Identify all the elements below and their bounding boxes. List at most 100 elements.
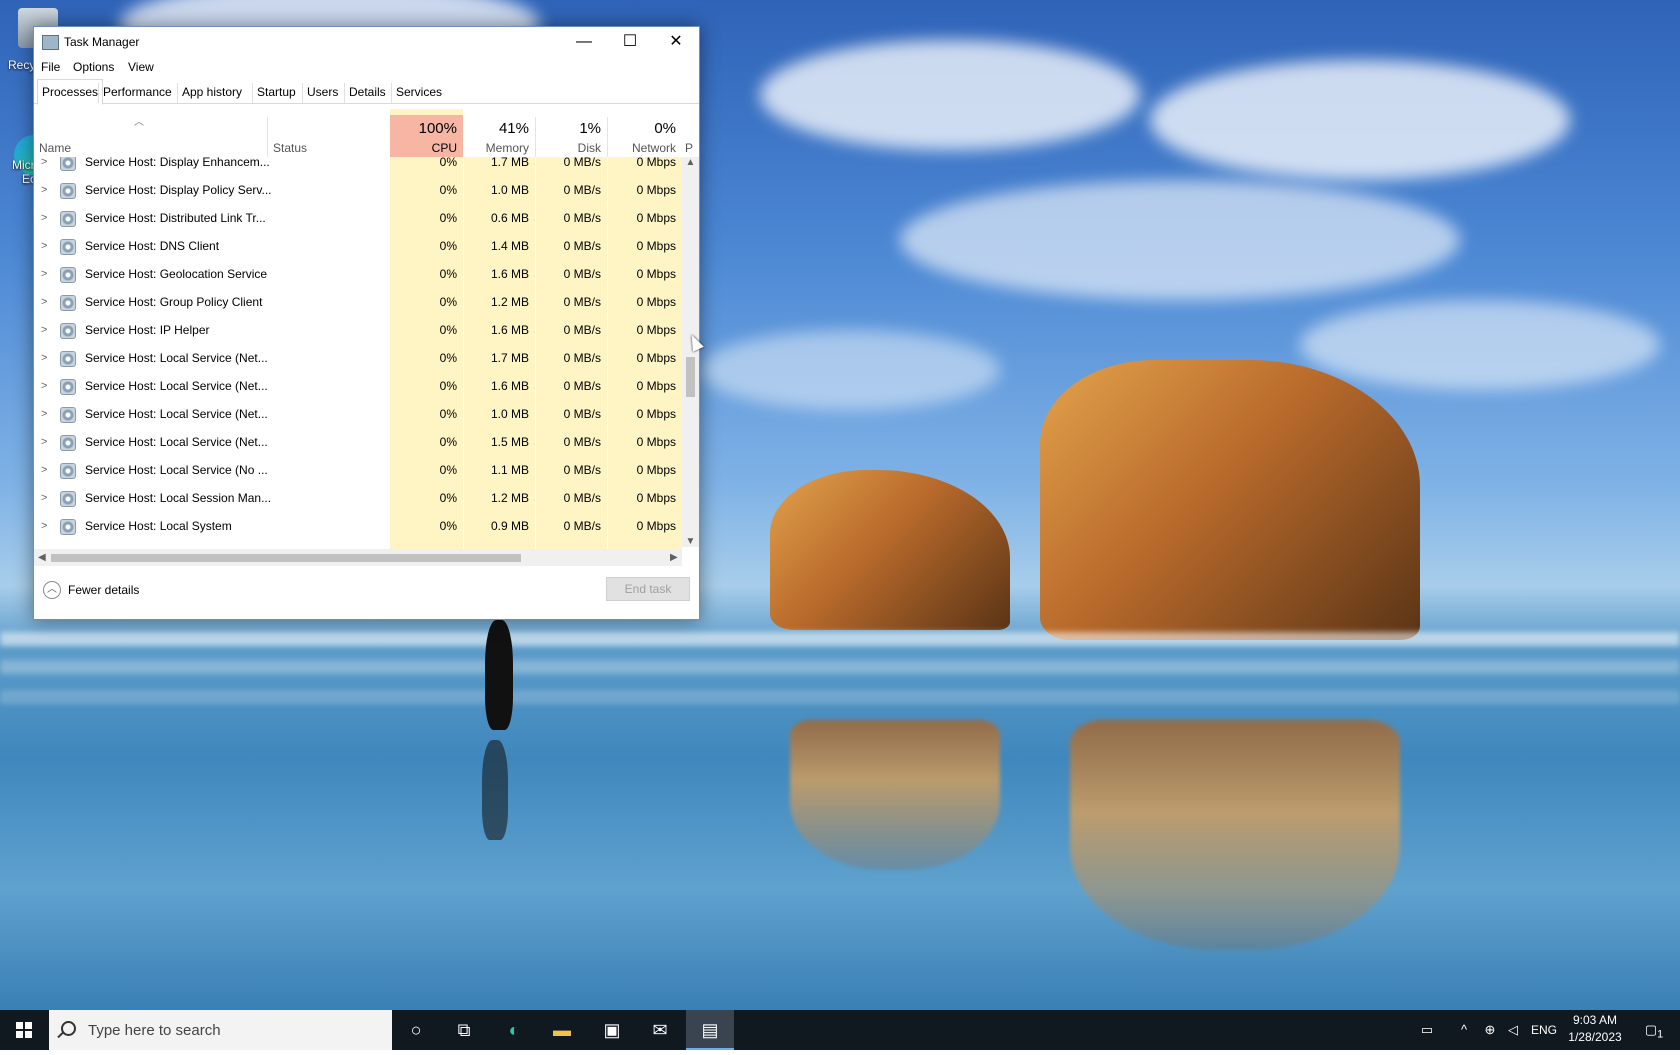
tab-processes[interactable]: Processes	[37, 79, 104, 105]
service-gear-icon	[60, 351, 76, 367]
process-name: Service Host: Group Policy Client	[85, 295, 263, 309]
vertical-scroll-thumb[interactable]	[686, 357, 695, 397]
menu-options[interactable]: Options	[73, 60, 114, 74]
process-row[interactable]: > Service Host: Distributed Link Tr... 0% 0…	[34, 205, 682, 233]
expand-chevron-icon[interactable]: >	[41, 345, 47, 373]
menu-file[interactable]: File	[41, 60, 60, 74]
process-name: Service Host: Local Service (Net...	[85, 407, 268, 421]
process-name: Service Host: Local Service (Net...	[85, 435, 268, 449]
clock-date: 1/28/2023	[1568, 1030, 1622, 1044]
expand-chevron-icon[interactable]: >	[41, 233, 47, 261]
chevron-up-circle-icon[interactable]: ︿	[43, 581, 61, 599]
expand-chevron-icon[interactable]: >	[41, 177, 47, 205]
scroll-up-arrow-icon[interactable]: ▲	[682, 157, 699, 168]
scroll-left-arrow-icon[interactable]: ◀	[38, 549, 46, 566]
scroll-right-arrow-icon[interactable]: ▶	[670, 549, 678, 566]
tab-users[interactable]: Users	[302, 83, 342, 103]
expand-chevron-icon[interactable]: >	[41, 373, 47, 401]
expand-chevron-icon[interactable]: >	[41, 485, 47, 513]
expand-chevron-icon[interactable]: >	[41, 457, 47, 485]
service-gear-icon	[60, 295, 76, 311]
process-row[interactable]: > Service Host: DNS Client 0% 1.4 MB 0 MB/s 0…	[34, 233, 682, 261]
end-task-button[interactable]: End task	[606, 577, 690, 601]
start-button[interactable]	[0, 1010, 48, 1050]
tab-details[interactable]: Details	[344, 83, 390, 103]
process-row[interactable]: > Service Host: Local System 0% 0.9 MB 0 MB/…	[34, 513, 682, 541]
fewer-details-link[interactable]: Fewer details	[68, 583, 139, 597]
runner-reflection	[482, 740, 508, 840]
menu-view[interactable]: View	[128, 60, 154, 74]
file-explorer-icon[interactable]: ▬	[538, 1010, 586, 1050]
expand-chevron-icon[interactable]: >	[41, 205, 47, 233]
volume-muted-icon[interactable]: ◁	[1502, 1010, 1524, 1050]
column-status[interactable]: Status	[268, 117, 390, 157]
network-globe-icon[interactable]: ⊕	[1478, 1010, 1502, 1050]
process-row[interactable]: > Service Host: Group Policy Client 0% 1.2 …	[34, 289, 682, 317]
expand-chevron-icon[interactable]: >	[41, 513, 47, 541]
notification-center-icon[interactable]: ▢1	[1636, 1010, 1672, 1050]
tab-startup[interactable]: Startup	[252, 83, 300, 103]
column-memory[interactable]: 41% Memory	[464, 117, 535, 157]
process-name: Service Host: Local Session Man...	[85, 491, 272, 505]
mail-icon[interactable]: ✉	[636, 1010, 684, 1050]
process-name: Service Host: IP Helper	[85, 323, 210, 337]
column-power-truncated[interactable]: P	[683, 117, 699, 157]
process-network: 0 Mbps	[636, 463, 676, 477]
expand-chevron-icon[interactable]: >	[41, 261, 47, 289]
clock[interactable]: 9:03 AM 1/28/2023	[1560, 1012, 1630, 1046]
process-name: Service Host: DNS Client	[85, 239, 220, 253]
tray-overflow-chevron-icon[interactable]: ^	[1454, 1010, 1474, 1050]
expand-chevron-icon[interactable]: >	[41, 317, 47, 345]
process-row[interactable]: > Service Host: Local Service (Net... 0% 1.…	[34, 345, 682, 373]
process-name: Service Host: Display Enhancem...	[85, 157, 270, 169]
notification-count: 1	[1657, 1028, 1664, 1041]
column-cpu[interactable]: 100% CPU	[390, 117, 463, 157]
expand-chevron-icon[interactable]: >	[41, 401, 47, 429]
expand-chevron-icon[interactable]: >	[41, 289, 47, 317]
horizontal-scroll-thumb[interactable]	[51, 554, 521, 562]
process-row[interactable]: > Service Host: Local Service (Net... 0% 1.…	[34, 429, 682, 457]
scroll-down-arrow-icon[interactable]: ▼	[682, 536, 699, 547]
column-disk[interactable]: 1% Disk	[536, 117, 607, 157]
task-manager-icon[interactable]: ▤	[686, 1010, 734, 1050]
memory-total: 41%	[498, 120, 529, 137]
process-memory: 1.7 MB	[490, 157, 529, 169]
process-row[interactable]: > Service Host: IP Helper 0% 1.6 MB 0 MB/s 0 …	[34, 317, 682, 345]
title-bar[interactable]: Task Manager — ☐ ✕	[34, 27, 699, 57]
expand-chevron-icon[interactable]: >	[41, 429, 47, 457]
minimize-button[interactable]: —	[561, 27, 607, 57]
process-row[interactable]: > Service Host: Geolocation Service 0% 1.6 …	[34, 261, 682, 289]
vertical-scrollbar[interactable]: ▲ ▼	[682, 157, 699, 547]
service-gear-icon	[60, 463, 76, 479]
process-row[interactable]: > Service Host: Display Policy Serv... 0% 1…	[34, 177, 682, 205]
news-widget-icon[interactable]: ▭	[1412, 1010, 1442, 1050]
process-row[interactable]: > Service Host: Local Service (Net... 0% 1.…	[34, 373, 682, 401]
process-disk: 0 MB/s	[563, 157, 601, 169]
edge-icon[interactable]: ◐	[490, 1010, 538, 1050]
close-button[interactable]: ✕	[653, 27, 699, 57]
task-view-icon[interactable]: ⧉	[440, 1010, 488, 1050]
input-language[interactable]: ENG	[1528, 1010, 1560, 1050]
tab-performance[interactable]: Performance	[98, 83, 176, 103]
process-row[interactable]: > Service Host: Display Enhancem... 0% 1.7 …	[34, 157, 682, 177]
horizontal-scrollbar[interactable]: ◀ ▶	[34, 549, 682, 566]
column-power-label: P	[685, 141, 694, 155]
tab-app-history[interactable]: App history	[177, 83, 246, 103]
store-icon[interactable]: ▣	[588, 1010, 636, 1050]
process-row[interactable]: > Service Host: Local Session Man... 0% 1.2…	[34, 485, 682, 513]
process-disk: 0 MB/s	[563, 211, 601, 225]
cortana-icon[interactable]: ○	[392, 1010, 440, 1050]
process-cpu: 0%	[439, 295, 457, 309]
expand-chevron-icon[interactable]: >	[41, 157, 47, 177]
surf-line	[0, 690, 1680, 704]
process-cpu: 0%	[439, 323, 457, 337]
taskbar-search-box[interactable]: Type here to search	[49, 1010, 392, 1050]
column-network[interactable]: 0% Network	[608, 117, 682, 157]
tab-services[interactable]: Services	[391, 83, 446, 103]
maximize-button[interactable]: ☐	[607, 27, 653, 57]
column-name[interactable]: Name	[34, 117, 267, 157]
menu-bar: File Options View	[34, 57, 699, 77]
process-row[interactable]: > Service Host: Local Service (No ... 0% 1.…	[34, 457, 682, 485]
process-row[interactable]: > Service Host: Local Service (Net... 0% 1.…	[34, 401, 682, 429]
process-network: 0 Mbps	[636, 183, 676, 197]
